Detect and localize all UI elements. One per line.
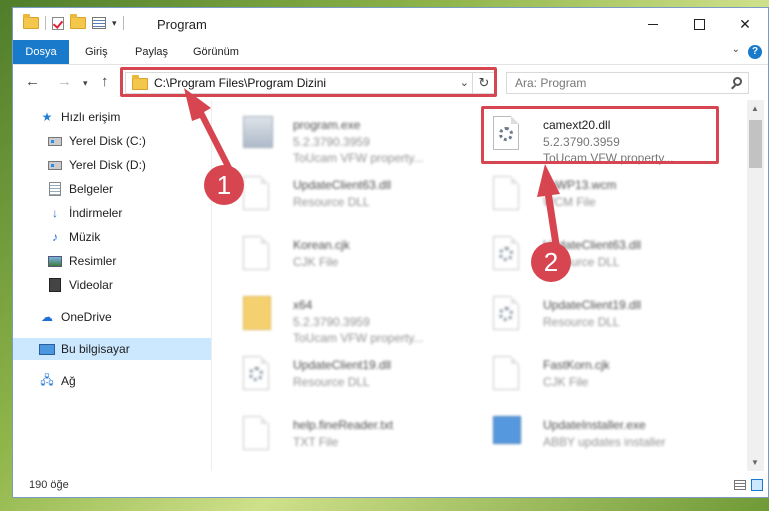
arrow-1	[184, 88, 233, 175]
step-badge-1: 1	[204, 165, 244, 205]
annotation-arrows	[184, 88, 560, 248]
arrow-2	[537, 164, 560, 248]
step-badge-2: 2	[531, 242, 571, 282]
